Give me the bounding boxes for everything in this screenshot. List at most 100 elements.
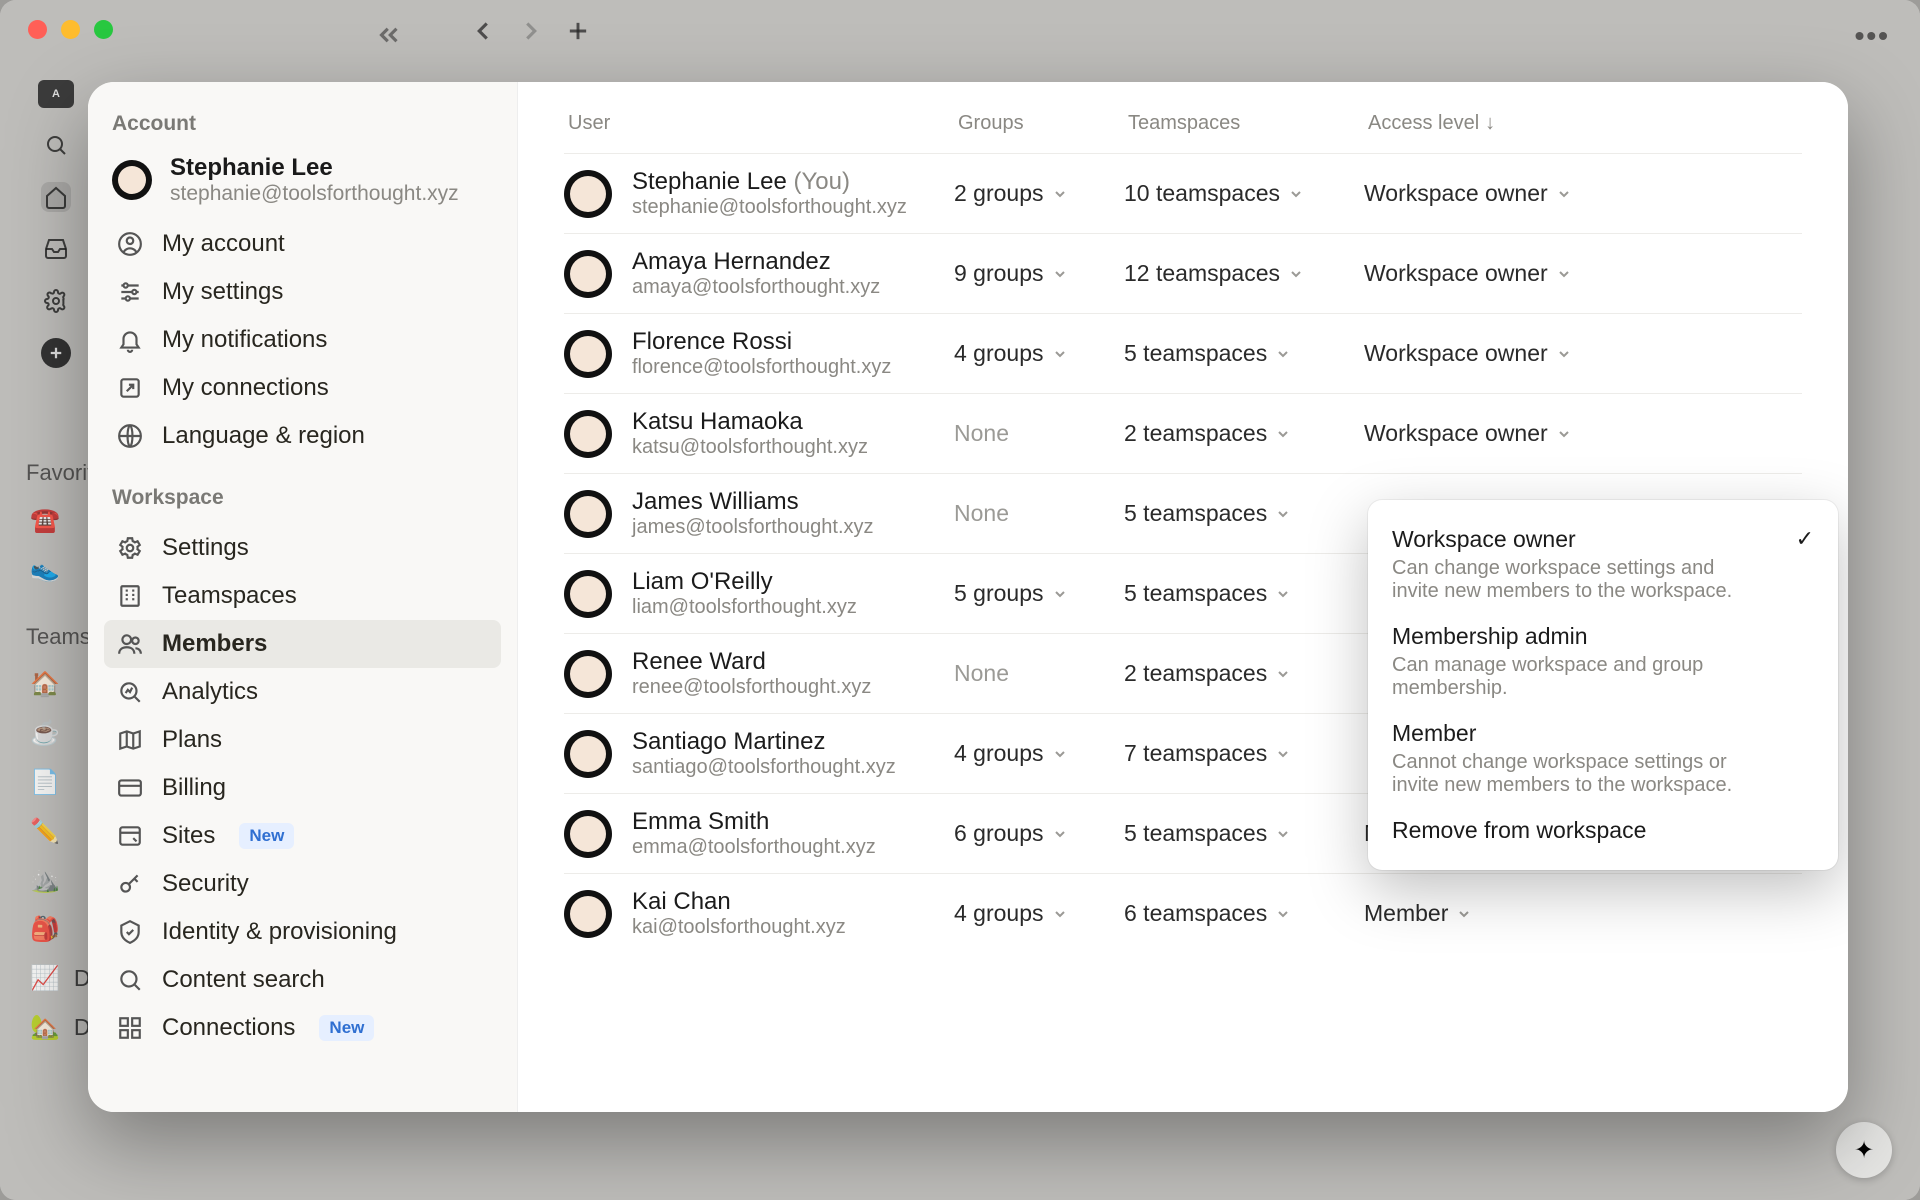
forward-button[interactable] bbox=[516, 16, 546, 46]
col-groups[interactable]: Groups bbox=[958, 112, 1128, 135]
dropdown-option-title: Remove from workspace bbox=[1392, 817, 1646, 844]
chevron-down-icon bbox=[1556, 266, 1572, 282]
nav-billing[interactable]: Billing bbox=[104, 764, 501, 812]
groups-cell[interactable]: 4 groups bbox=[954, 900, 1124, 927]
groups-cell[interactable]: None bbox=[954, 420, 1124, 447]
dropdown-option-owner[interactable]: Workspace owner✓ Can change workspace se… bbox=[1378, 516, 1828, 613]
ai-assistant-button[interactable]: ✦ bbox=[1836, 1122, 1892, 1178]
nav-sites[interactable]: Sites New bbox=[104, 812, 501, 860]
nav-my-account[interactable]: My account bbox=[104, 220, 501, 268]
nav-connections[interactable]: Connections New bbox=[104, 1004, 501, 1052]
chevron-down-icon bbox=[1275, 506, 1291, 522]
teamspaces-cell[interactable]: 10 teamspaces bbox=[1124, 180, 1364, 207]
table-row: Stephanie Lee (You) stephanie@toolsforth… bbox=[564, 153, 1802, 233]
dropdown-option-desc: Can change workspace settings and invite… bbox=[1392, 557, 1752, 603]
avatar bbox=[564, 330, 612, 378]
groups-cell[interactable]: 4 groups bbox=[954, 340, 1124, 367]
minimize-window-button[interactable] bbox=[61, 20, 80, 39]
teamspaces-cell[interactable]: 7 teamspaces bbox=[1124, 740, 1364, 767]
nav-language-region[interactable]: Language & region bbox=[104, 412, 501, 460]
groups-cell[interactable]: 5 groups bbox=[954, 580, 1124, 607]
user-cell[interactable]: Kai Chan kai@toolsforthought.xyz bbox=[564, 888, 954, 939]
col-user[interactable]: User bbox=[568, 112, 958, 135]
new-tab-button[interactable] bbox=[564, 17, 592, 45]
user-cell[interactable]: Amaya Hernandez amaya@toolsforthought.xy… bbox=[564, 248, 954, 299]
new-badge: New bbox=[239, 823, 294, 849]
groups-cell[interactable]: None bbox=[954, 500, 1124, 527]
nav-content-search[interactable]: Content search bbox=[104, 956, 501, 1004]
dropdown-option-title: Membership admin bbox=[1392, 623, 1588, 650]
col-access[interactable]: Access level↓ bbox=[1368, 112, 1802, 135]
nav-identity[interactable]: Identity & provisioning bbox=[104, 908, 501, 956]
nav-my-connections[interactable]: My connections bbox=[104, 364, 501, 412]
avatar bbox=[112, 160, 152, 200]
workspace-logo[interactable]: A bbox=[38, 80, 74, 108]
profile-row[interactable]: Stephanie Lee stephanie@toolsforthought.… bbox=[104, 150, 501, 220]
teamspaces-cell[interactable]: 5 teamspaces bbox=[1124, 500, 1364, 527]
groups-cell[interactable]: 4 groups bbox=[954, 740, 1124, 767]
groups-cell[interactable]: 2 groups bbox=[954, 180, 1124, 207]
dropdown-option-member[interactable]: Member Cannot change workspace settings … bbox=[1378, 710, 1828, 807]
user-email: stephanie@toolsforthought.xyz bbox=[632, 196, 907, 219]
user-cell[interactable]: Liam O'Reilly liam@toolsforthought.xyz bbox=[564, 568, 954, 619]
user-cell[interactable]: Katsu Hamaoka katsu@toolsforthought.xyz bbox=[564, 408, 954, 459]
inbox-icon[interactable] bbox=[41, 234, 71, 264]
dropdown-option-title: Member bbox=[1392, 720, 1476, 747]
chevron-down-icon bbox=[1052, 186, 1068, 202]
profile-name: Stephanie Lee bbox=[170, 154, 459, 182]
nav-my-notifications[interactable]: My notifications bbox=[104, 316, 501, 364]
teamspaces-cell[interactable]: 2 teamspaces bbox=[1124, 420, 1364, 447]
teamspaces-cell[interactable]: 5 teamspaces bbox=[1124, 340, 1364, 367]
groups-cell[interactable]: None bbox=[954, 660, 1124, 687]
settings-gear-icon[interactable] bbox=[41, 286, 71, 316]
window-controls bbox=[28, 20, 113, 39]
groups-cell[interactable]: 9 groups bbox=[954, 260, 1124, 287]
user-name: Santiago Martinez bbox=[632, 728, 896, 756]
user-cell[interactable]: Renee Ward renee@toolsforthought.xyz bbox=[564, 648, 954, 699]
nav-plans[interactable]: Plans bbox=[104, 716, 501, 764]
access-cell[interactable]: Workspace owner bbox=[1364, 180, 1802, 207]
chevron-down-icon bbox=[1052, 266, 1068, 282]
search-icon[interactable] bbox=[41, 130, 71, 160]
chevron-down-icon bbox=[1288, 266, 1304, 282]
user-cell[interactable]: Emma Smith emma@toolsforthought.xyz bbox=[564, 808, 954, 859]
nav-members[interactable]: Members bbox=[104, 620, 501, 668]
user-cell[interactable]: James Williams james@toolsforthought.xyz bbox=[564, 488, 954, 539]
nav-security[interactable]: Security bbox=[104, 860, 501, 908]
user-cell[interactable]: Santiago Martinez santiago@toolsforthoug… bbox=[564, 728, 954, 779]
table-row: Kai Chan kai@toolsforthought.xyz 4 group… bbox=[564, 873, 1802, 953]
globe-icon bbox=[116, 422, 144, 450]
nav-label: Security bbox=[162, 870, 249, 898]
dropdown-option-admin[interactable]: Membership admin Can manage workspace an… bbox=[1378, 613, 1828, 710]
phone-icon: ☎️ bbox=[30, 506, 60, 535]
teamspaces-cell[interactable]: 12 teamspaces bbox=[1124, 260, 1364, 287]
dropdown-option-remove[interactable]: Remove from workspace bbox=[1378, 807, 1828, 854]
nav-teamspaces[interactable]: Teamspaces bbox=[104, 572, 501, 620]
add-page-icon[interactable] bbox=[41, 338, 71, 368]
teamspaces-cell[interactable]: 6 teamspaces bbox=[1124, 900, 1364, 927]
back-button[interactable] bbox=[468, 16, 498, 46]
close-window-button[interactable] bbox=[28, 20, 47, 39]
home-icon[interactable] bbox=[41, 182, 71, 212]
access-cell[interactable]: Member bbox=[1364, 900, 1802, 927]
nav-analytics[interactable]: Analytics bbox=[104, 668, 501, 716]
nav-settings[interactable]: Settings bbox=[104, 524, 501, 572]
zoom-window-button[interactable] bbox=[94, 20, 113, 39]
user-cell[interactable]: Stephanie Lee (You) stephanie@toolsforth… bbox=[564, 168, 954, 219]
coffee-icon: ☕ bbox=[30, 719, 60, 748]
collapse-sidebar-icon[interactable] bbox=[374, 20, 404, 50]
col-teamspaces[interactable]: Teamspaces bbox=[1128, 112, 1368, 135]
more-menu-icon[interactable]: ••• bbox=[1855, 20, 1890, 52]
access-cell[interactable]: Workspace owner bbox=[1364, 260, 1802, 287]
teamspaces-cell[interactable]: 5 teamspaces bbox=[1124, 580, 1364, 607]
settings-modal: Account Stephanie Lee stephanie@toolsfor… bbox=[88, 82, 1848, 1112]
access-cell[interactable]: Workspace owner bbox=[1364, 420, 1802, 447]
workspace-rail: A bbox=[26, 80, 86, 368]
teamspaces-cell[interactable]: 2 teamspaces bbox=[1124, 660, 1364, 687]
groups-cell[interactable]: 6 groups bbox=[954, 820, 1124, 847]
access-cell[interactable]: Workspace owner bbox=[1364, 340, 1802, 367]
teamspaces-cell[interactable]: 5 teamspaces bbox=[1124, 820, 1364, 847]
building-icon bbox=[116, 582, 144, 610]
nav-my-settings[interactable]: My settings bbox=[104, 268, 501, 316]
user-cell[interactable]: Florence Rossi florence@toolsforthought.… bbox=[564, 328, 954, 379]
